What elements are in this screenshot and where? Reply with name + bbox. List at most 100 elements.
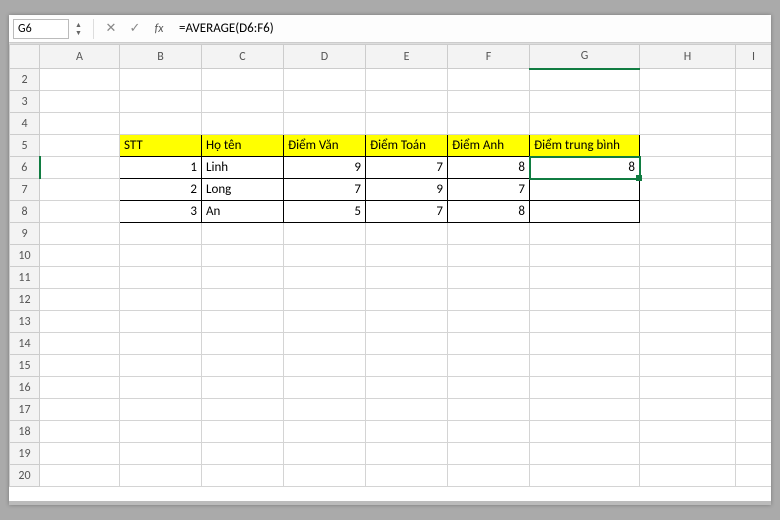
cell[interactable] <box>202 267 284 289</box>
cell[interactable] <box>530 113 640 135</box>
cancel-formula-button[interactable]: ✕ <box>102 19 120 39</box>
cell[interactable] <box>366 113 448 135</box>
cell[interactable] <box>120 267 202 289</box>
cell[interactable] <box>284 113 366 135</box>
cell[interactable] <box>640 69 736 91</box>
cell[interactable]: 9 <box>366 179 448 201</box>
cell[interactable] <box>120 355 202 377</box>
cell[interactable] <box>202 289 284 311</box>
cell[interactable] <box>284 399 366 421</box>
cell[interactable]: Họ tên <box>202 135 284 157</box>
cell[interactable] <box>202 399 284 421</box>
cell[interactable]: 8 <box>530 157 640 179</box>
cell[interactable] <box>120 377 202 399</box>
cell[interactable] <box>120 311 202 333</box>
cell[interactable] <box>202 465 284 487</box>
cell[interactable]: An <box>202 201 284 223</box>
cell[interactable] <box>202 91 284 113</box>
cell[interactable] <box>448 311 530 333</box>
cell[interactable] <box>448 245 530 267</box>
cell[interactable] <box>40 113 120 135</box>
cell[interactable] <box>640 113 736 135</box>
cell[interactable] <box>530 443 640 465</box>
cell[interactable]: Long <box>202 179 284 201</box>
cell[interactable] <box>366 91 448 113</box>
cell[interactable]: Điểm trung bình <box>530 135 640 157</box>
cell[interactable] <box>448 91 530 113</box>
row-header[interactable]: 20 <box>10 465 40 487</box>
cell[interactable] <box>530 377 640 399</box>
cell[interactable] <box>736 245 772 267</box>
cell[interactable] <box>120 333 202 355</box>
cell[interactable] <box>366 465 448 487</box>
cell[interactable] <box>40 179 120 201</box>
cell[interactable] <box>448 333 530 355</box>
cell[interactable]: 8 <box>448 201 530 223</box>
cell[interactable] <box>640 267 736 289</box>
cell[interactable] <box>366 245 448 267</box>
cell[interactable] <box>530 289 640 311</box>
cell[interactable] <box>366 355 448 377</box>
cell[interactable] <box>366 443 448 465</box>
cell[interactable] <box>736 267 772 289</box>
cell[interactable] <box>40 465 120 487</box>
cell[interactable] <box>40 355 120 377</box>
cell[interactable] <box>120 289 202 311</box>
cell[interactable] <box>40 157 120 179</box>
formula-input[interactable]: =AVERAGE(D6:F6) <box>174 19 767 39</box>
cell[interactable] <box>640 223 736 245</box>
cell[interactable] <box>120 443 202 465</box>
cell[interactable] <box>120 223 202 245</box>
cell[interactable] <box>120 399 202 421</box>
row-header[interactable]: 2 <box>10 69 40 91</box>
cell[interactable] <box>40 245 120 267</box>
cell[interactable] <box>284 245 366 267</box>
cell[interactable] <box>736 289 772 311</box>
cell[interactable] <box>202 333 284 355</box>
cell[interactable] <box>448 267 530 289</box>
cell[interactable] <box>736 311 772 333</box>
row-header[interactable]: 4 <box>10 113 40 135</box>
cell[interactable] <box>284 355 366 377</box>
cell[interactable]: 1 <box>120 157 202 179</box>
cell[interactable] <box>640 421 736 443</box>
row-header[interactable]: 7 <box>10 179 40 201</box>
cell[interactable] <box>530 245 640 267</box>
cell[interactable]: 7 <box>448 179 530 201</box>
cell[interactable] <box>284 465 366 487</box>
column-header[interactable]: E <box>366 45 448 69</box>
cell[interactable] <box>202 443 284 465</box>
column-header[interactable]: F <box>448 45 530 69</box>
cell[interactable] <box>202 245 284 267</box>
cell[interactable] <box>284 69 366 91</box>
cell[interactable] <box>202 223 284 245</box>
cell[interactable] <box>448 465 530 487</box>
cell[interactable] <box>640 377 736 399</box>
cell[interactable] <box>366 223 448 245</box>
cell[interactable] <box>640 333 736 355</box>
row-header[interactable]: 15 <box>10 355 40 377</box>
cell[interactable] <box>736 135 772 157</box>
cell[interactable] <box>284 377 366 399</box>
cell[interactable]: Điểm Anh <box>448 135 530 157</box>
name-box-stepper[interactable]: ▲ ▼ <box>75 19 85 39</box>
row-header[interactable]: 19 <box>10 443 40 465</box>
cell[interactable]: Linh <box>202 157 284 179</box>
cell[interactable] <box>202 355 284 377</box>
column-header[interactable]: D <box>284 45 366 69</box>
row-header[interactable]: 13 <box>10 311 40 333</box>
row-header[interactable]: 3 <box>10 91 40 113</box>
cell[interactable] <box>40 135 120 157</box>
column-header[interactable]: G <box>530 45 640 69</box>
cell[interactable] <box>736 355 772 377</box>
cell[interactable] <box>736 421 772 443</box>
cell[interactable] <box>736 377 772 399</box>
cell[interactable] <box>120 91 202 113</box>
cell[interactable] <box>40 377 120 399</box>
cell[interactable]: 8 <box>448 157 530 179</box>
cell[interactable] <box>736 69 772 91</box>
cell[interactable] <box>640 201 736 223</box>
cell[interactable]: 2 <box>120 179 202 201</box>
cell[interactable] <box>640 311 736 333</box>
cell[interactable] <box>736 179 772 201</box>
